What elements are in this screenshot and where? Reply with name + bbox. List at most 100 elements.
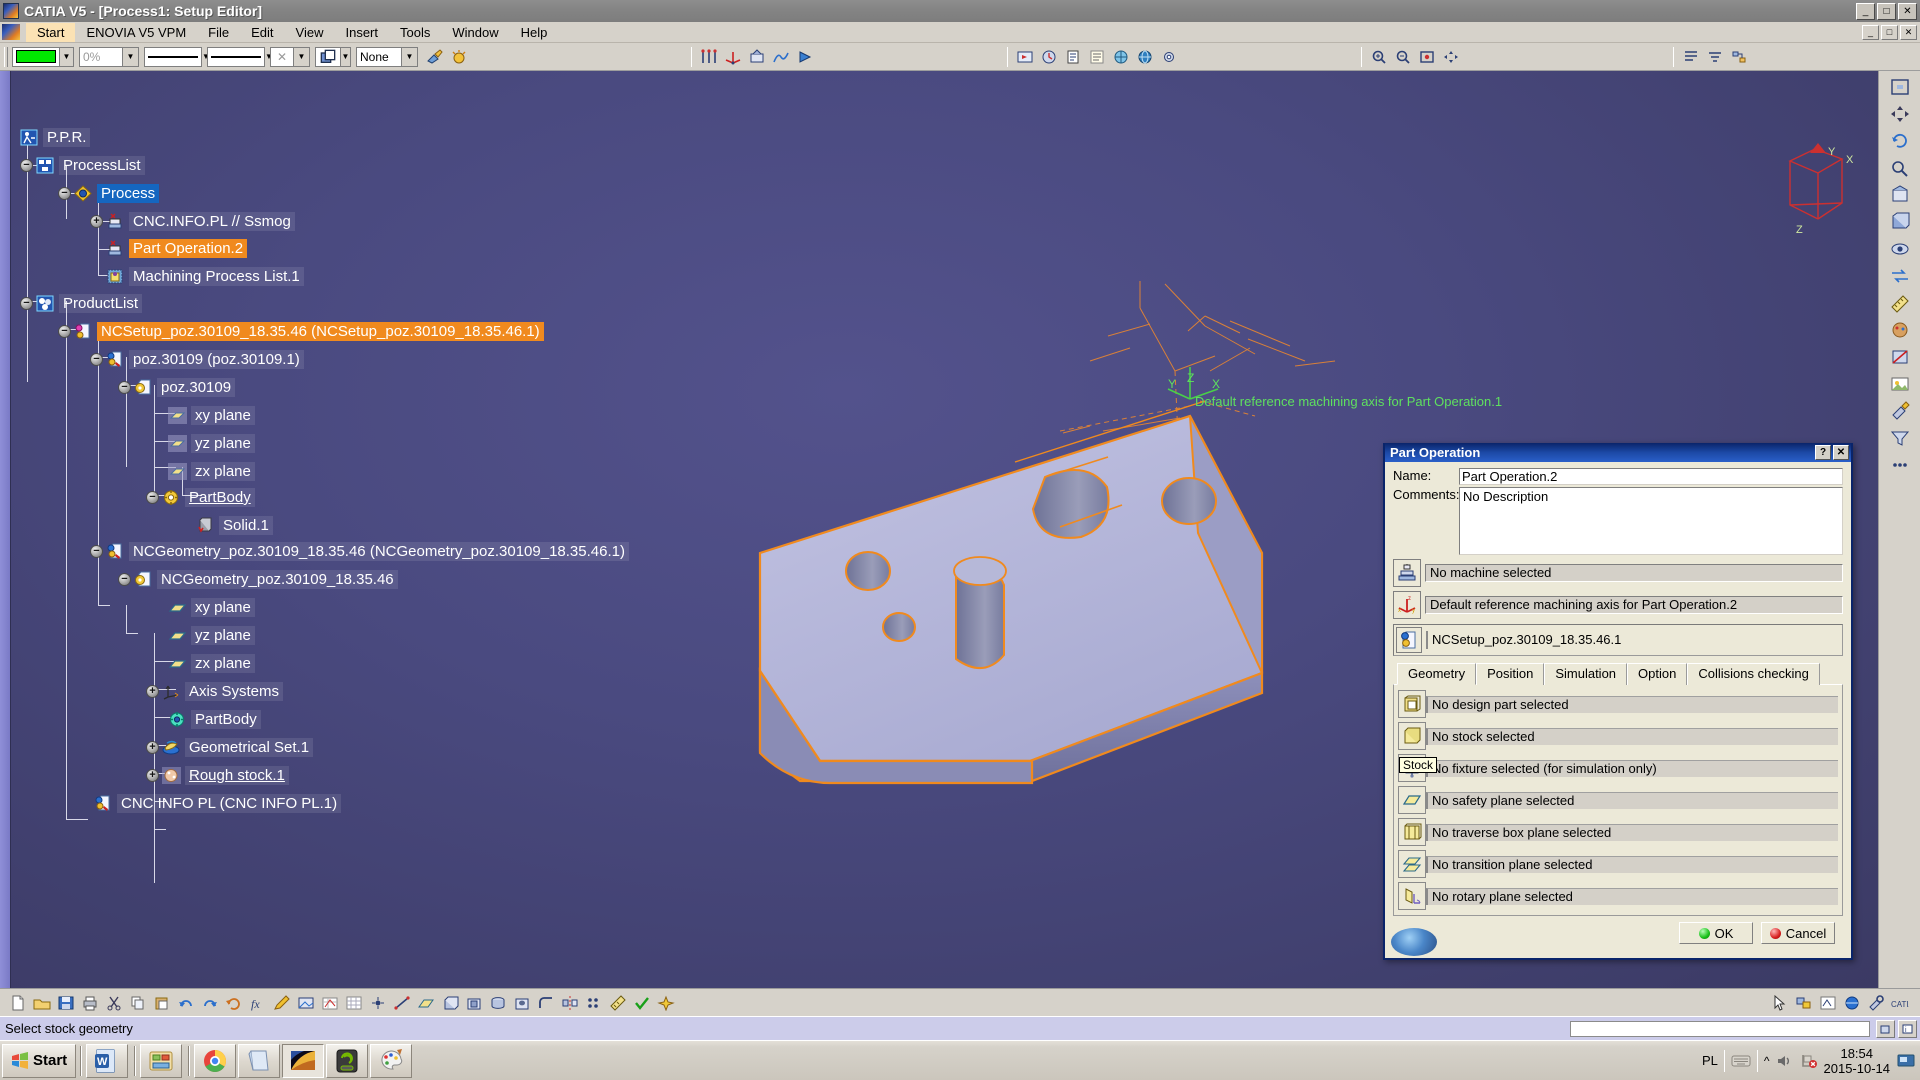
- measure-item-icon[interactable]: [607, 992, 629, 1014]
- show-hidden-icons-button[interactable]: ^: [1764, 1054, 1770, 1068]
- taskbar-item-chrome[interactable]: [194, 1043, 237, 1078]
- cut-icon[interactable]: [103, 992, 125, 1014]
- fit-all-icon[interactable]: [1416, 46, 1438, 68]
- dialog-help-button[interactable]: ?: [1815, 445, 1831, 460]
- plane-tool-icon[interactable]: [415, 992, 437, 1014]
- grid-icon[interactable]: [343, 992, 365, 1014]
- tree-item-xy-plane-1[interactable]: xy plane: [168, 405, 255, 426]
- tree-item-yz-plane-2[interactable]: yz plane: [168, 625, 255, 646]
- rotary-plane-icon[interactable]: [1398, 882, 1426, 910]
- tab-position[interactable]: Position: [1476, 663, 1545, 685]
- chevron-down-icon[interactable]: ▼: [293, 47, 309, 66]
- measure-icon[interactable]: [1887, 291, 1913, 315]
- tree-expander-plus[interactable]: +: [146, 769, 159, 782]
- new-document-icon[interactable]: [7, 992, 29, 1014]
- tool-path-icon[interactable]: [770, 46, 792, 68]
- machining-axis-icon[interactable]: z x y: [1393, 591, 1421, 619]
- assembly-icon[interactable]: [1793, 992, 1815, 1014]
- pad-icon[interactable]: [439, 992, 461, 1014]
- tree-item-poz-part[interactable]: − poz.30109: [118, 377, 236, 398]
- pattern-icon[interactable]: [583, 992, 605, 1014]
- menu-file[interactable]: File: [197, 23, 240, 42]
- tree-item-rough-stock[interactable]: + Rough stock.1: [146, 765, 289, 786]
- fixture-field[interactable]: No fixture selected (for simulation only…: [1426, 759, 1838, 777]
- tree-item-process[interactable]: − Process: [58, 183, 160, 204]
- layer-combo[interactable]: None ▼: [356, 46, 418, 67]
- stock-field[interactable]: No stock selected: [1426, 727, 1838, 745]
- status-command-input[interactable]: [1570, 1020, 1870, 1037]
- part-operation-toolbar-icon[interactable]: [746, 46, 768, 68]
- setup-field[interactable]: NCSetup_poz.30109_18.35.46.1: [1426, 631, 1840, 649]
- show-desktop-icon[interactable]: [1896, 1053, 1916, 1069]
- point-icon[interactable]: [367, 992, 389, 1014]
- simulation-icon[interactable]: [1014, 46, 1036, 68]
- generate-nc-code-icon[interactable]: [1062, 46, 1084, 68]
- mirror-icon[interactable]: [559, 992, 581, 1014]
- cancel-button[interactable]: Cancel: [1761, 922, 1835, 944]
- 3d-viewport[interactable]: Z X Y Default reference machining axis f…: [0, 71, 1878, 988]
- globe-icon[interactable]: [1134, 46, 1156, 68]
- chevron-down-icon[interactable]: ▼: [59, 47, 73, 66]
- chevron-down-icon[interactable]: ▼: [401, 47, 417, 66]
- normal-view-icon[interactable]: [1887, 183, 1913, 207]
- menu-start[interactable]: Start: [26, 22, 76, 42]
- menu-enovia[interactable]: ENOVIA V5 VPM: [75, 23, 197, 42]
- catia-pointer-icon[interactable]: [1769, 992, 1791, 1014]
- tree-item-ncsetup[interactable]: − NCSetup_poz.30109_18.35.46 (NCSetup_po…: [58, 321, 544, 342]
- taskbar-item-paint[interactable]: [370, 1043, 413, 1078]
- chevron-down-icon[interactable]: ▼: [122, 47, 138, 66]
- tree-item-ppr[interactable]: P.P.R.: [20, 127, 91, 148]
- tree-expander-minus[interactable]: −: [90, 545, 103, 558]
- zoom-in-icon[interactable]: [1368, 46, 1390, 68]
- tree-expander-minus[interactable]: −: [118, 573, 131, 586]
- tree-expander-plus[interactable]: +: [90, 215, 103, 228]
- tree-item-productlist[interactable]: − ProductList: [20, 293, 143, 314]
- section-view-icon[interactable]: [1887, 345, 1913, 369]
- color-combo[interactable]: ▼: [12, 46, 74, 67]
- shaft-icon[interactable]: [487, 992, 509, 1014]
- tree-expander-minus[interactable]: −: [118, 381, 131, 394]
- save-icon[interactable]: [55, 992, 77, 1014]
- machining-axis-field[interactable]: Default reference machining axis for Par…: [1425, 596, 1843, 614]
- status-restore-button[interactable]: [1876, 1019, 1895, 1038]
- taskbar-item-explorer[interactable]: [140, 1043, 183, 1078]
- update-icon[interactable]: [223, 992, 245, 1014]
- sketch-icon[interactable]: [319, 992, 341, 1014]
- part-operation-dialog[interactable]: Part Operation ? ✕ Name: Part Operation.…: [1383, 443, 1853, 960]
- copy-icon[interactable]: [127, 992, 149, 1014]
- machine-icon[interactable]: [1393, 559, 1421, 587]
- network-error-icon[interactable]: [1800, 1053, 1818, 1069]
- tree-item-machining-process-list[interactable]: Machining Process List.1: [90, 266, 304, 287]
- tree-item-partbody-2[interactable]: PartBody: [168, 709, 261, 730]
- print-icon[interactable]: [79, 992, 101, 1014]
- tree-expander-minus[interactable]: −: [146, 491, 159, 504]
- stock-icon[interactable]: [1398, 722, 1426, 750]
- transparency-combo[interactable]: 0% ▼: [79, 46, 139, 67]
- fit-all-in-icon[interactable]: [1887, 75, 1913, 99]
- toolbar-grip[interactable]: [4, 46, 8, 67]
- tree-item-axis-systems[interactable]: + Axis Systems: [146, 681, 284, 702]
- tree-item-xy-plane-2[interactable]: xy plane: [168, 597, 255, 618]
- doc-minimize-button[interactable]: _: [1862, 24, 1879, 40]
- chevron-down-icon[interactable]: ▼: [340, 47, 350, 66]
- render-icon[interactable]: [1887, 372, 1913, 396]
- highlight-tool-icon[interactable]: [448, 46, 470, 68]
- navigation-compass[interactable]: X Y Z: [1760, 141, 1870, 251]
- line-icon[interactable]: [391, 992, 413, 1014]
- tree-expander-minus[interactable]: −: [58, 325, 71, 338]
- video-simulation-icon[interactable]: [1038, 46, 1060, 68]
- settings-gear-icon[interactable]: [1158, 46, 1180, 68]
- start-button[interactable]: Start: [2, 1043, 77, 1078]
- tools-palette-icon[interactable]: [1887, 399, 1913, 423]
- tree-item-cnc-info-pl-product[interactable]: CNC INFO PL (CNC INFO PL.1): [78, 793, 342, 814]
- taskbar-clock[interactable]: 18:54 2015-10-14: [1824, 1046, 1891, 1076]
- traverse-box-field[interactable]: No traverse box plane selected: [1426, 823, 1838, 841]
- tree-expander-minus[interactable]: −: [58, 187, 71, 200]
- tree-expander-plus[interactable]: +: [146, 741, 159, 754]
- tab-option[interactable]: Option: [1627, 663, 1688, 685]
- menu-tools[interactable]: Tools: [389, 23, 441, 42]
- redo-icon[interactable]: [199, 992, 221, 1014]
- transition-plane-icon[interactable]: [1398, 850, 1426, 878]
- tree-item-zx-plane-1[interactable]: zx plane: [168, 461, 255, 482]
- menu-view[interactable]: View: [285, 23, 335, 42]
